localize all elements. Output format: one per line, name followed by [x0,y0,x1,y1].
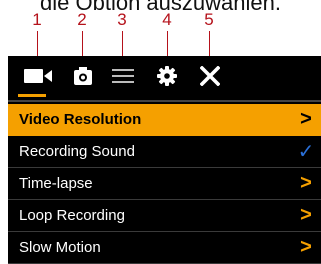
menu-item-recording-sound[interactable]: Recording Sound ✓ [8,136,321,168]
menu-item-label: Video Resolution [19,111,142,128]
gear-icon [157,66,177,86]
callout-1: 1 [32,10,42,29]
callout-2: 2 [77,10,87,29]
chevron-right-icon: > [300,236,312,258]
tab-video[interactable] [20,58,56,94]
close-icon [200,66,220,86]
video-camera-icon [24,69,52,83]
menu-icon [112,69,134,83]
active-tab-indicator [18,94,46,97]
menu-item-loop-recording[interactable]: Loop Recording > [8,200,321,232]
photo-camera-icon [74,67,92,85]
chevron-right-icon: > [300,108,312,130]
settings-menu: Video Resolution > Recording Sound ✓ Tim… [8,104,321,264]
tab-menu[interactable] [108,58,138,94]
checkmark-icon: ✓ [297,141,315,163]
tab-close[interactable] [195,58,225,94]
chevron-right-icon: > [300,204,312,226]
tab-divider [8,100,321,102]
menu-item-label: Loop Recording [19,207,125,224]
tab-bar [8,56,321,100]
callout-5: 5 [204,10,214,29]
menu-item-time-lapse[interactable]: Time-lapse > [8,168,321,200]
menu-item-video-resolution[interactable]: Video Resolution > [8,104,321,136]
menu-item-label: Slow Motion [19,239,101,256]
menu-item-label: Recording Sound [19,143,135,160]
callout-3: 3 [117,10,127,29]
camera-menu-screen: Video Resolution > Recording Sound ✓ Tim… [8,56,321,264]
menu-item-slow-motion[interactable]: Slow Motion > [8,232,321,264]
chevron-right-icon: > [300,172,312,194]
tab-photo[interactable] [70,58,96,94]
callout-4: 4 [162,10,172,29]
tab-settings[interactable] [152,58,182,94]
menu-item-label: Time-lapse [19,175,93,192]
